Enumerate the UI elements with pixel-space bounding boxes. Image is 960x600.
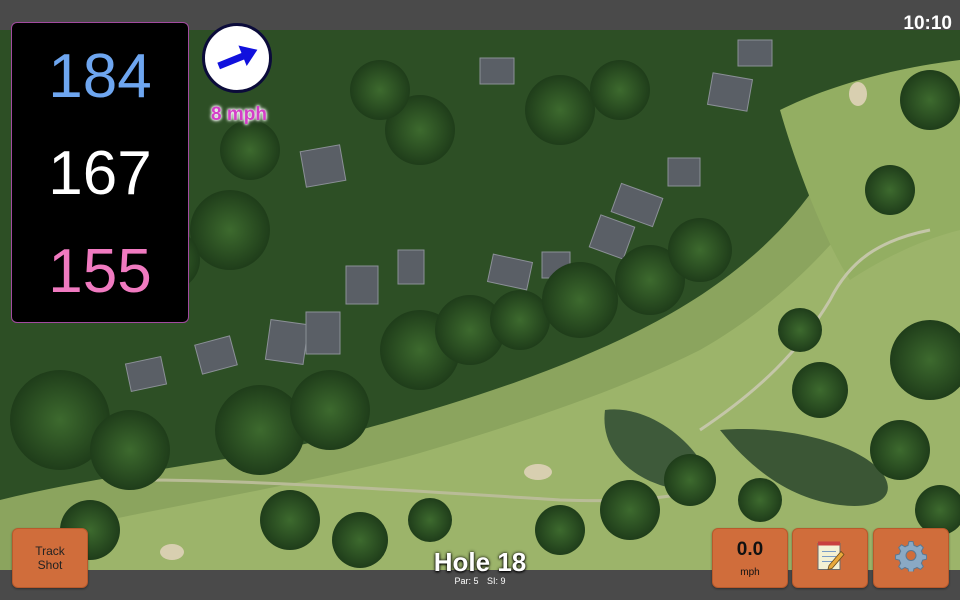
hole-info: Hole 18 Par: 5 SI: 9 — [380, 549, 580, 586]
hole-stroke-index: SI: 9 — [487, 576, 506, 586]
notepad-icon — [815, 540, 845, 577]
hole-meta: Par: 5 SI: 9 — [380, 577, 580, 586]
notes-button[interactable] — [792, 528, 868, 588]
hole-par: Par: 5 — [454, 576, 479, 586]
track-shot-button[interactable]: Track Shot — [12, 528, 88, 588]
speed-button[interactable]: 0.0 mph — [712, 528, 788, 588]
front-distance: 155 — [48, 237, 152, 306]
speed-unit: mph — [740, 567, 760, 578]
middle-distance: 167 — [48, 139, 152, 208]
settings-button[interactable] — [873, 528, 949, 588]
speed-value: 0.0 — [736, 539, 764, 560]
wind-speed-label: 8 mph — [211, 104, 267, 125]
hole-title: Hole 18 — [433, 547, 527, 577]
track-shot-label: Track Shot — [35, 544, 65, 572]
wind-arrow-icon — [217, 45, 258, 70]
back-distance: 184 — [48, 42, 152, 111]
gear-icon — [894, 540, 928, 577]
distance-panel: 184 167 155 — [11, 22, 189, 323]
wind-indicator — [202, 23, 272, 93]
status-clock: 10:10 — [903, 13, 952, 34]
